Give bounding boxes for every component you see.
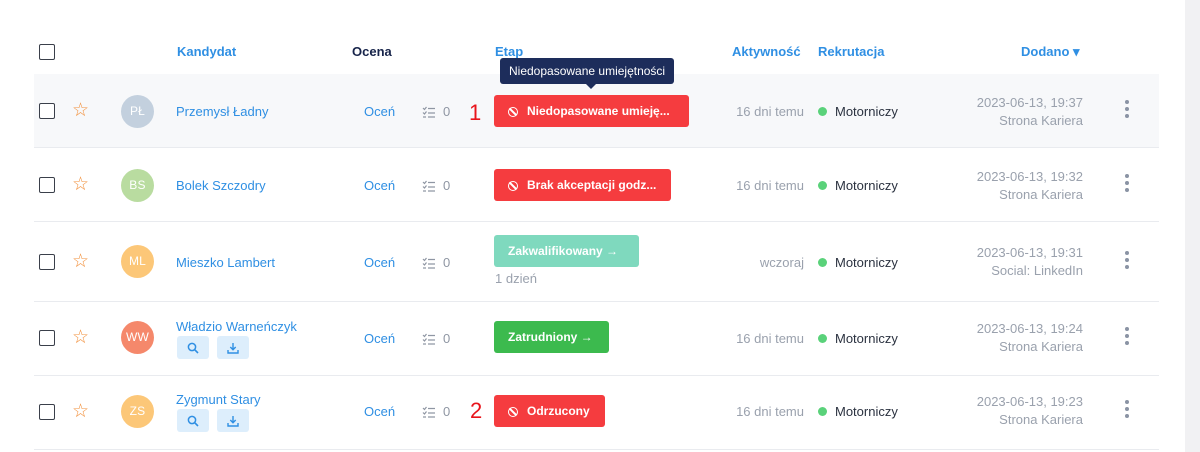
tasks-counter[interactable]: 0 [422,255,450,270]
avatar: WW [121,321,154,354]
avatar: BS [121,169,154,202]
column-header-stage[interactable]: Etap [495,44,523,59]
checklist-icon [422,257,435,269]
added-info: 2023-06-13, 19:23 Strona Kariera [976,394,1083,427]
avatar: PŁ [121,95,154,128]
table-row[interactable]: ☆ ML Mieszko Lambert Oceń 0 Zakwalifikow… [34,222,1159,302]
stage-duration: 1 dzień [495,271,537,286]
activity-text: 16 dni temu [736,404,804,419]
table-row[interactable]: ☆ BS Bolek Szczodry Oceń 0 Brak akceptac… [34,148,1159,222]
rate-link[interactable]: Oceń [364,255,395,270]
status-dot-icon [818,107,827,116]
candidate-name-link[interactable]: Władzio Warneńczyk [176,319,297,334]
candidate-name-link[interactable]: Bolek Szczodry [176,178,266,193]
recruitment-name[interactable]: Motorniczy [818,331,898,346]
column-header-candidate[interactable]: Kandydat [177,44,236,59]
tasks-counter[interactable]: 0 [422,404,450,419]
activity-text: 16 dni temu [736,331,804,346]
page-scrollbar[interactable] [1185,0,1200,452]
column-header-activity[interactable]: Aktywność [732,44,801,59]
stage-button[interactable]: Zakwalifikowany → [494,235,639,267]
stage-button[interactable]: Zatrudniony → [494,321,609,353]
preview-button[interactable] [177,409,209,432]
activity-text: 16 dni temu [736,178,804,193]
stage-button[interactable]: Odrzucony [494,395,605,427]
stage-button[interactable]: Niedopasowane umieję... [494,95,689,127]
row-checkbox[interactable] [39,103,55,119]
added-info: 2023-06-13, 19:24 Strona Kariera [976,321,1083,354]
activity-text: 16 dni temu [736,104,804,119]
row-checkbox[interactable] [39,254,55,270]
star-icon[interactable]: ☆ [72,101,89,120]
ban-icon [508,407,518,417]
more-options-icon[interactable] [1124,400,1130,421]
stage-tooltip: Niedopasowane umiejętności [500,58,675,89]
added-info: 2023-06-13, 19:32 Strona Kariera [976,169,1083,202]
more-options-icon[interactable] [1124,327,1130,348]
status-dot-icon [818,181,827,190]
avatar: ML [121,245,154,278]
rate-link[interactable]: Oceń [364,104,395,119]
download-button[interactable] [217,336,249,359]
star-icon[interactable]: ☆ [72,252,89,271]
column-header-added-sort[interactable]: Dodano ▾ [1021,44,1080,60]
table-row[interactable]: ☆ PŁ Przemysł Ładny Oceń 0 Niedopasowane… [34,74,1159,148]
recruitment-name[interactable]: Motorniczy [818,178,898,193]
search-icon [187,415,199,427]
star-icon[interactable]: ☆ [72,175,89,194]
more-options-icon[interactable] [1124,100,1130,121]
column-header-rating[interactable]: Ocena [352,44,392,59]
download-icon [227,343,239,354]
candidate-name-link[interactable]: Zygmunt Stary [176,392,261,407]
more-options-icon[interactable] [1124,251,1130,272]
table-row[interactable]: ☆ WW Władzio Warneńczyk Oceń 0 Zatrudnio… [34,302,1159,376]
ban-icon [508,181,518,191]
candidates-table-panel: Kandydat Ocena Etap Aktywność Rekrutacja… [0,0,1185,452]
rate-link[interactable]: Oceń [364,178,395,193]
added-info: 2023-06-13, 19:37 Strona Kariera [976,95,1083,128]
checklist-icon [422,106,435,118]
download-icon [227,416,239,427]
recruitment-name[interactable]: Motorniczy [818,255,898,270]
stage-button[interactable]: Brak akceptacji godz... [494,169,671,201]
status-dot-icon [818,407,827,416]
download-button[interactable] [217,409,249,432]
checklist-icon [422,333,435,345]
status-dot-icon [818,334,827,343]
rate-link[interactable]: Oceń [364,404,395,419]
recruitment-name[interactable]: Motorniczy [818,404,898,419]
avatar: ZS [121,395,154,428]
annotation-number: 1 [469,100,482,125]
select-all-checkbox[interactable] [39,44,55,60]
added-info: 2023-06-13, 19:31 Social: LinkedIn [976,245,1083,278]
star-icon[interactable]: ☆ [72,328,89,347]
tasks-counter[interactable]: 0 [422,178,450,193]
checklist-icon [422,406,435,418]
search-icon [187,342,199,354]
activity-text: wczoraj [759,255,804,270]
tasks-counter[interactable]: 0 [422,331,450,346]
tasks-counter[interactable]: 0 [422,104,450,119]
annotation-number: 2 [470,398,483,423]
ban-icon [508,107,518,117]
row-checkbox[interactable] [39,330,55,346]
recruitment-name[interactable]: Motorniczy [818,104,898,119]
checklist-icon [422,180,435,192]
preview-button[interactable] [177,336,209,359]
row-checkbox[interactable] [39,404,55,420]
status-dot-icon [818,258,827,267]
candidate-name-link[interactable]: Przemysł Ładny [176,104,268,119]
more-options-icon[interactable] [1124,174,1130,195]
star-icon[interactable]: ☆ [72,402,89,421]
table-row[interactable]: ☆ ZS Zygmunt Stary Oceń 0 Odrzucony 16 d… [34,376,1159,450]
row-checkbox[interactable] [39,177,55,193]
rate-link[interactable]: Oceń [364,331,395,346]
column-header-recruitment[interactable]: Rekrutacja [818,44,884,59]
candidate-name-link[interactable]: Mieszko Lambert [176,255,275,270]
